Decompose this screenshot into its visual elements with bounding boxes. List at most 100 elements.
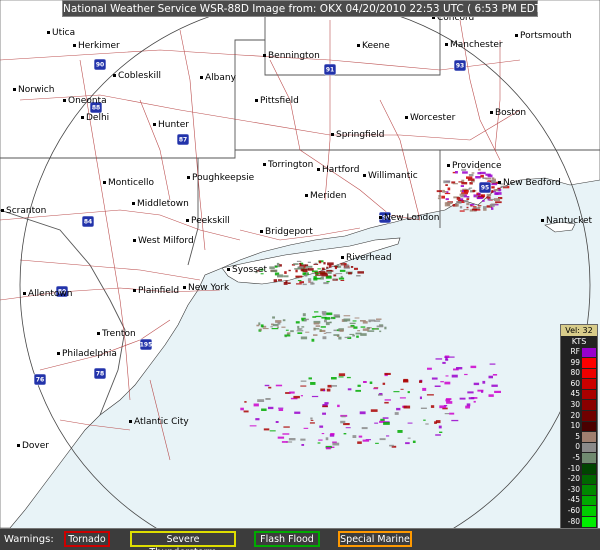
warning-toggle-tornado[interactable]: Tornado (64, 531, 110, 547)
radar-echo (436, 190, 443, 193)
city-label: Meriden (310, 191, 346, 201)
radar-echo (326, 281, 330, 283)
radar-echo (486, 193, 492, 196)
city-label: Philadelphia (62, 349, 117, 359)
radar-echo (459, 206, 463, 209)
radar-echo (320, 326, 326, 328)
radar-echo (287, 332, 291, 335)
radar-echo (343, 315, 351, 317)
city-label: Hunter (158, 120, 189, 130)
radar-echo (383, 422, 390, 425)
legend-swatch (582, 358, 596, 368)
radar-echo (323, 282, 329, 285)
radar-echo (451, 419, 459, 422)
radar-echo (326, 312, 333, 316)
city-label: Delhi (86, 113, 109, 123)
radar-echo (466, 202, 470, 206)
radar-echo (257, 399, 265, 402)
interstate-number: 195 (140, 342, 153, 349)
map-canvas: 90888791939584807819529576 UticaHerkimer… (0, 0, 600, 550)
legend-value: 0 (575, 442, 580, 452)
radar-echo (338, 373, 346, 377)
radar-echo (321, 267, 325, 271)
legend-row: -30 (561, 485, 597, 496)
radar-echo (357, 441, 362, 444)
radar-echo (355, 389, 361, 392)
radar-echo (322, 412, 326, 415)
radar-echo (375, 442, 379, 444)
radar-echo (476, 196, 483, 200)
warnings-label: Warnings: (4, 534, 54, 545)
city-label: Torrington (267, 160, 313, 170)
legend-value: -5 (572, 452, 580, 462)
radar-echo (277, 436, 285, 439)
warning-toggle-special-marine[interactable]: Special Marine (338, 531, 412, 547)
radar-map[interactable]: 90 88 87 91 93 95 84 80 78 195 295 76 Utica Herkimer… (0, 0, 600, 550)
radar-echo (345, 427, 351, 429)
radar-echo (293, 263, 299, 265)
radar-echo (307, 268, 314, 271)
radar-echo (272, 316, 275, 319)
radar-echo (455, 171, 458, 174)
city-label: Trenton (101, 329, 136, 339)
radar-echo (262, 328, 269, 330)
legend-swatch (582, 432, 596, 442)
radar-echo (340, 280, 345, 281)
radar-echo (356, 275, 361, 277)
city-label: Bridgeport (265, 227, 313, 237)
radar-echo (312, 316, 317, 318)
radar-echo (303, 427, 309, 429)
radar-echo (329, 321, 332, 324)
legend-value: -10 (567, 463, 580, 473)
radar-echo (276, 262, 280, 266)
city-label: Pittsfield (260, 96, 299, 106)
radar-echo (463, 200, 469, 203)
city-label: Portsmouth (520, 31, 572, 41)
radar-echo (491, 207, 494, 210)
radar-echo (467, 391, 474, 394)
radar-echo (303, 319, 307, 322)
warning-toggle-severe-thunderstorm[interactable]: Severe Thunderstorm (130, 531, 236, 550)
radar-echo (362, 439, 370, 442)
legend-row: -5 (561, 453, 597, 464)
radar-echo (313, 276, 317, 280)
radar-echo (343, 423, 350, 426)
radar-echo (488, 394, 494, 397)
radar-echo (270, 269, 278, 273)
radar-echo (316, 277, 321, 280)
radar-echo (284, 271, 287, 274)
radar-echo (459, 210, 465, 212)
city-label: Herkimer (78, 41, 120, 51)
radar-echo (447, 187, 451, 191)
radar-echo (445, 198, 449, 201)
radar-echo (324, 402, 329, 405)
radar-echo (326, 388, 331, 392)
radar-echo (249, 425, 257, 427)
radar-echo (407, 437, 411, 439)
warning-toggle-flash-flood[interactable]: Flash Flood (254, 531, 320, 547)
legend-row: 30 (561, 400, 597, 411)
radar-echo (430, 405, 435, 408)
radar-echo (376, 318, 382, 320)
radar-echo (376, 325, 384, 328)
city-label: Springfield (336, 130, 384, 140)
city-marker (183, 286, 186, 289)
city-marker (186, 219, 189, 222)
radar-echo (358, 435, 363, 438)
city-label: Syosset (232, 265, 267, 275)
city-marker (490, 111, 493, 114)
city-label: Hartford (322, 165, 359, 175)
interstate-number: 76 (36, 377, 44, 384)
legend-value: RF (570, 347, 580, 356)
radar-echo (307, 261, 311, 263)
radar-echo (362, 328, 369, 331)
radar-echo (295, 321, 300, 324)
radar-echo (346, 376, 351, 379)
radar-echo (300, 395, 303, 397)
radar-echo (374, 422, 379, 424)
radar-echo (309, 422, 315, 424)
radar-echo (318, 260, 322, 264)
interstate-number: 84 (84, 219, 92, 226)
radar-echo (435, 358, 443, 360)
radar-echo (352, 320, 357, 322)
